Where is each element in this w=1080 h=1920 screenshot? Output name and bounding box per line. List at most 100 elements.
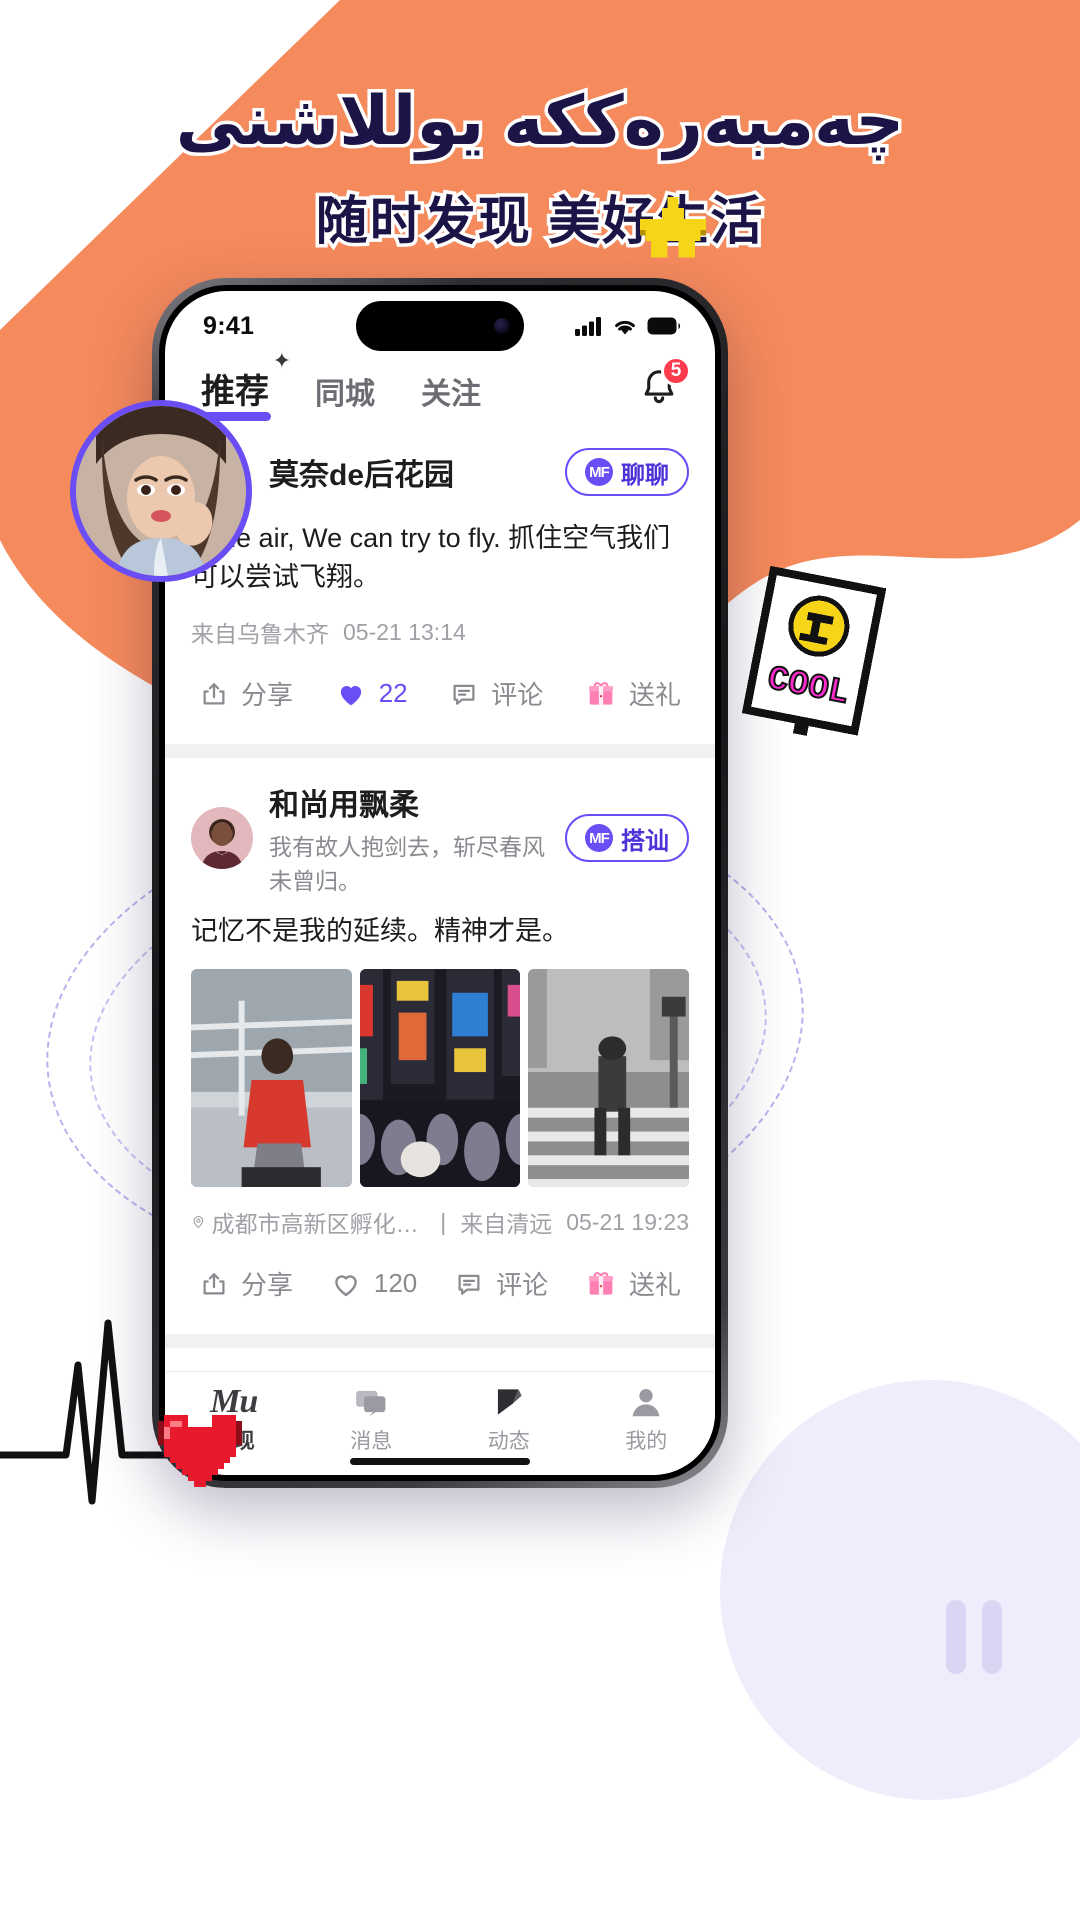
front-camera-lens bbox=[494, 318, 510, 334]
profile-icon bbox=[632, 1388, 660, 1416]
tab-nearby-label: 同城 bbox=[315, 378, 375, 411]
notification-button[interactable]: 5 bbox=[637, 356, 691, 415]
post-username: 小叮当 ✔ 真人 新人 🔥 bbox=[269, 1370, 549, 1371]
comment-icon bbox=[453, 684, 475, 705]
feed-divider bbox=[165, 1334, 715, 1349]
chat-button-label: 搭讪 bbox=[621, 827, 669, 855]
post-body: 记忆不是我的延续。精神才是。 bbox=[191, 916, 569, 947]
gift-label: 送礼 bbox=[628, 1270, 681, 1301]
gift-label: 送礼 bbox=[628, 680, 681, 711]
notification-badge: 5 bbox=[661, 356, 691, 386]
heart-filled-icon bbox=[340, 685, 361, 706]
post-actions: 分享 22 评论 送礼 bbox=[191, 649, 689, 738]
gift-icon bbox=[588, 1272, 613, 1295]
nav-messages[interactable]: 消息 bbox=[303, 1383, 441, 1455]
post-author: 小叮当 ✔ 真人 新人 🔥 32岁·乌鲁木齐 bbox=[269, 1370, 549, 1371]
post-meta: 来自乌鲁木齐 05-21 13:14 bbox=[191, 615, 689, 649]
comment-icon bbox=[458, 1274, 480, 1295]
post-actions: 分享 120 评论 送礼 bbox=[191, 1239, 689, 1328]
like-count: 120 bbox=[373, 1268, 418, 1299]
tab-following-label: 关注 bbox=[421, 378, 481, 411]
chat-button[interactable]: MF 聊聊 bbox=[565, 448, 689, 496]
chat-avatar-icon: MF bbox=[585, 458, 613, 486]
status-time: 9:41 bbox=[203, 311, 255, 340]
share-icon bbox=[203, 1273, 225, 1295]
gallery-image[interactable] bbox=[528, 969, 690, 1188]
share-label: 分享 bbox=[241, 1270, 294, 1301]
promo-headline: چەمبەرەككە يوللاشنى 随时发现 美好生活 bbox=[0, 82, 1080, 255]
tab-following[interactable]: 关注 bbox=[421, 369, 481, 419]
pause-bars-decoration bbox=[946, 1600, 1002, 1674]
wifi-icon bbox=[615, 320, 635, 335]
tab-recommend-label: 推荐 bbox=[201, 373, 269, 411]
message-icon bbox=[356, 1390, 386, 1416]
comment-action[interactable]: 评论 bbox=[454, 1265, 548, 1302]
gift-action[interactable]: 送礼 bbox=[585, 675, 681, 712]
post-location-pin: 成都市高新区孵化园8号楼306... bbox=[191, 1205, 426, 1239]
gallery-image[interactable] bbox=[359, 969, 521, 1188]
gift-action[interactable]: 送礼 bbox=[585, 1265, 681, 1302]
star-icon bbox=[640, 196, 706, 258]
post-author: 莫奈de后花园 bbox=[269, 450, 549, 494]
chat-avatar-icon: MF bbox=[585, 824, 613, 853]
post-timestamp: 05-21 19:23 bbox=[566, 1208, 689, 1235]
post-user-subtitle: 我有故人抱剑去，斩尽春风未曾归。 bbox=[269, 834, 545, 895]
location-pin-icon bbox=[193, 1216, 204, 1229]
post-body: b the air, We can try to fly. 抓住空气我们可以尝试… bbox=[191, 523, 671, 593]
nav-feed-label: 动态 bbox=[487, 1429, 530, 1453]
like-action[interactable]: 22 bbox=[335, 678, 408, 710]
nav-feed[interactable]: 动态 bbox=[440, 1383, 578, 1455]
share-label: 分享 bbox=[241, 680, 294, 711]
post-author: 和尚用飘柔 我有故人抱剑去，斩尽春风未曾归。 bbox=[269, 780, 549, 896]
cellular-signal-icon bbox=[575, 317, 601, 336]
post-header: 莫奈de后花园 MF 聊聊 bbox=[191, 441, 689, 503]
status-bar: 9:41 bbox=[165, 291, 715, 351]
feed-divider bbox=[165, 744, 715, 759]
like-action[interactable]: 120 bbox=[330, 1268, 417, 1300]
feed-post[interactable]: 和尚用飘柔 我有故人抱剑去，斩尽春风未曾归。 MF 搭讪 记忆不是我的延续。精神… bbox=[165, 758, 715, 1335]
share-icon bbox=[203, 682, 225, 705]
post-header: 和尚用飘柔 我有故人抱剑去，斩尽春风未曾归。 MF 搭讪 bbox=[191, 780, 689, 896]
post-location-address: 成都市高新区孵化园8号楼306... bbox=[211, 1211, 427, 1238]
status-indicators bbox=[575, 316, 681, 336]
heart-outline-icon bbox=[335, 1275, 357, 1297]
gift-icon bbox=[588, 681, 613, 705]
feed-tab-bar: 推荐 ✦ 同城 关注 5 bbox=[165, 347, 715, 421]
battery-icon bbox=[647, 317, 681, 335]
chat-button[interactable]: MF 搭讪 bbox=[565, 814, 689, 863]
like-count: 22 bbox=[378, 678, 408, 709]
share-action[interactable]: 分享 bbox=[199, 675, 293, 712]
post-location: 来自乌鲁木齐 bbox=[191, 621, 329, 648]
feed-icon bbox=[497, 1388, 522, 1415]
tab-nearby[interactable]: 同城 bbox=[315, 369, 375, 419]
post-meta: 成都市高新区孵化园8号楼306... | 来自清远 05-21 19:23 bbox=[191, 1205, 689, 1239]
home-indicator bbox=[350, 1458, 530, 1465]
share-action[interactable]: 分享 bbox=[199, 1265, 293, 1302]
headline-uyghur: چەمبەرەككە يوللاشنى bbox=[172, 82, 907, 161]
post-timestamp: 05-21 13:14 bbox=[343, 618, 466, 645]
gallery-image[interactable] bbox=[191, 969, 352, 1188]
post-location: 来自清远 bbox=[460, 1211, 553, 1238]
post-username: 和尚用飘柔 bbox=[269, 789, 419, 823]
dynamic-island bbox=[356, 301, 524, 351]
nav-messages-label: 消息 bbox=[350, 1429, 393, 1453]
cool-badge-decoration: COOL bbox=[733, 559, 898, 754]
pixel-heart-icon bbox=[158, 1415, 242, 1487]
post-meta-separator: | bbox=[440, 1208, 447, 1235]
tab-recommend[interactable]: 推荐 ✦ bbox=[199, 348, 291, 421]
feed-post[interactable]: 小叮当 ✔ 真人 新人 🔥 32岁·乌鲁木齐 MF 搭讪 bbox=[165, 1348, 715, 1371]
lavender-blob-decoration bbox=[720, 1380, 1080, 1800]
post-username: 莫奈de后花园 bbox=[269, 459, 455, 492]
post-username-text: 小叮当 bbox=[269, 1370, 359, 1371]
nav-profile-label: 我的 bbox=[625, 1429, 668, 1453]
avatar[interactable] bbox=[191, 807, 253, 870]
comment-label: 评论 bbox=[496, 1270, 549, 1301]
post-gallery bbox=[191, 969, 690, 1188]
comment-action[interactable]: 评论 bbox=[449, 675, 543, 712]
chat-button-label: 聊聊 bbox=[621, 461, 669, 489]
comment-label: 评论 bbox=[491, 680, 544, 711]
nav-profile[interactable]: 我的 bbox=[578, 1383, 716, 1455]
feed-list[interactable]: 莫奈de后花园 MF 聊聊 b the air, We can try to f… bbox=[165, 419, 715, 1371]
sparkle-icon: ✦ bbox=[272, 348, 291, 373]
featured-avatar[interactable] bbox=[70, 400, 252, 582]
